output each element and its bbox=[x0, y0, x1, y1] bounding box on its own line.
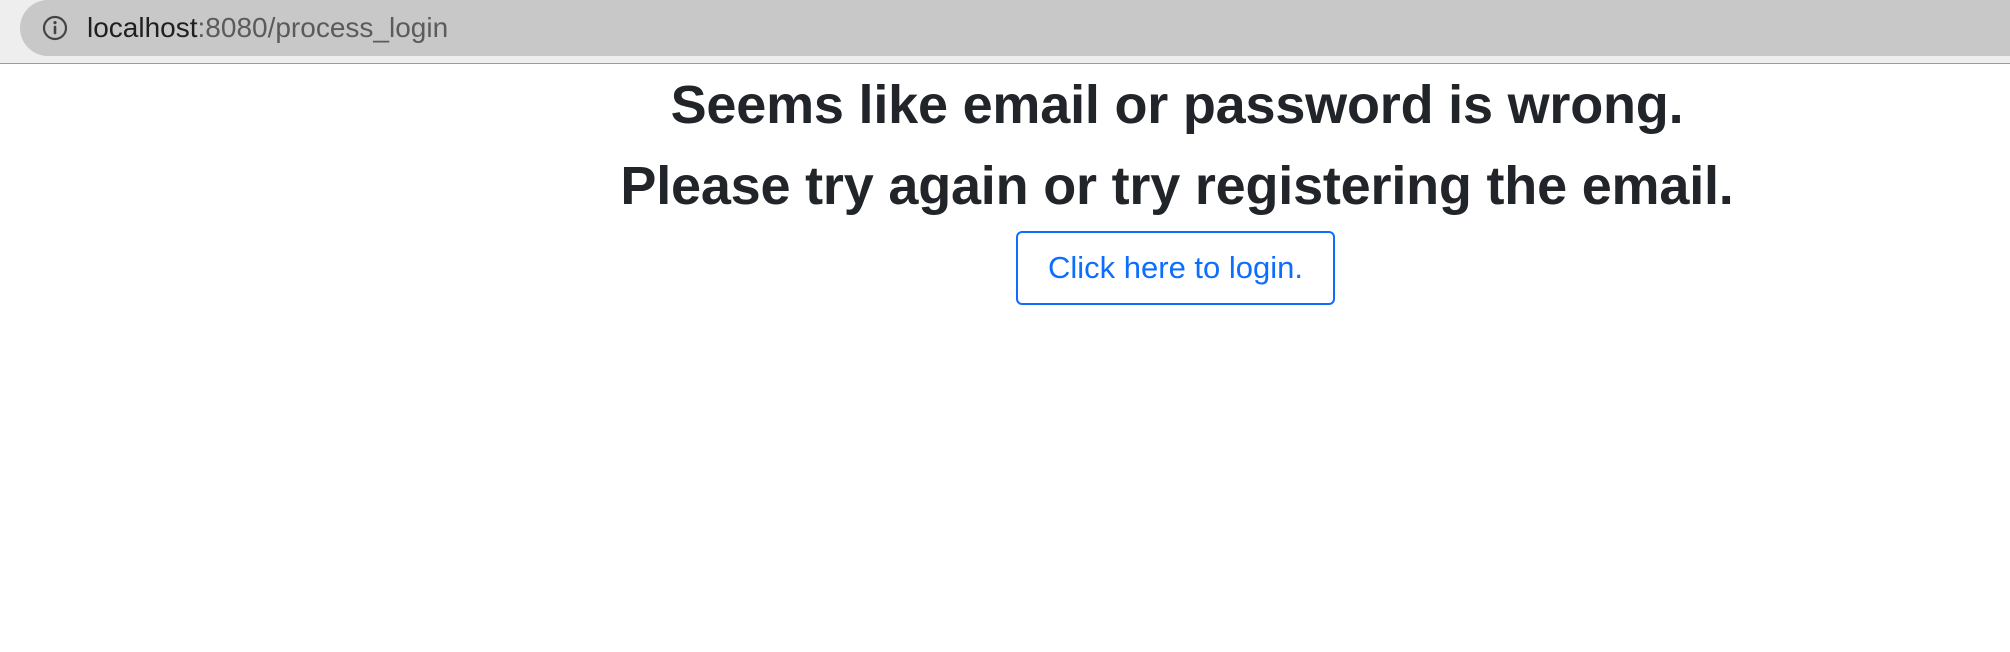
error-message-line-1: Seems like email or password is wrong. bbox=[670, 75, 1684, 135]
error-message-line-2: Please try again or try registering the … bbox=[620, 156, 1734, 216]
browser-chrome: localhost:8080/process_login bbox=[0, 0, 2010, 64]
url-host: localhost bbox=[87, 12, 198, 43]
main-content: Seems like email or password is wrong. P… bbox=[0, 64, 2010, 652]
url-path: :8080/process_login bbox=[197, 12, 449, 43]
login-button[interactable]: Click here to login. bbox=[1016, 231, 1335, 305]
info-icon[interactable] bbox=[42, 15, 68, 41]
address-bar[interactable]: localhost:8080/process_login bbox=[20, 0, 2010, 56]
url-text[interactable]: localhost:8080/process_login bbox=[87, 11, 448, 45]
